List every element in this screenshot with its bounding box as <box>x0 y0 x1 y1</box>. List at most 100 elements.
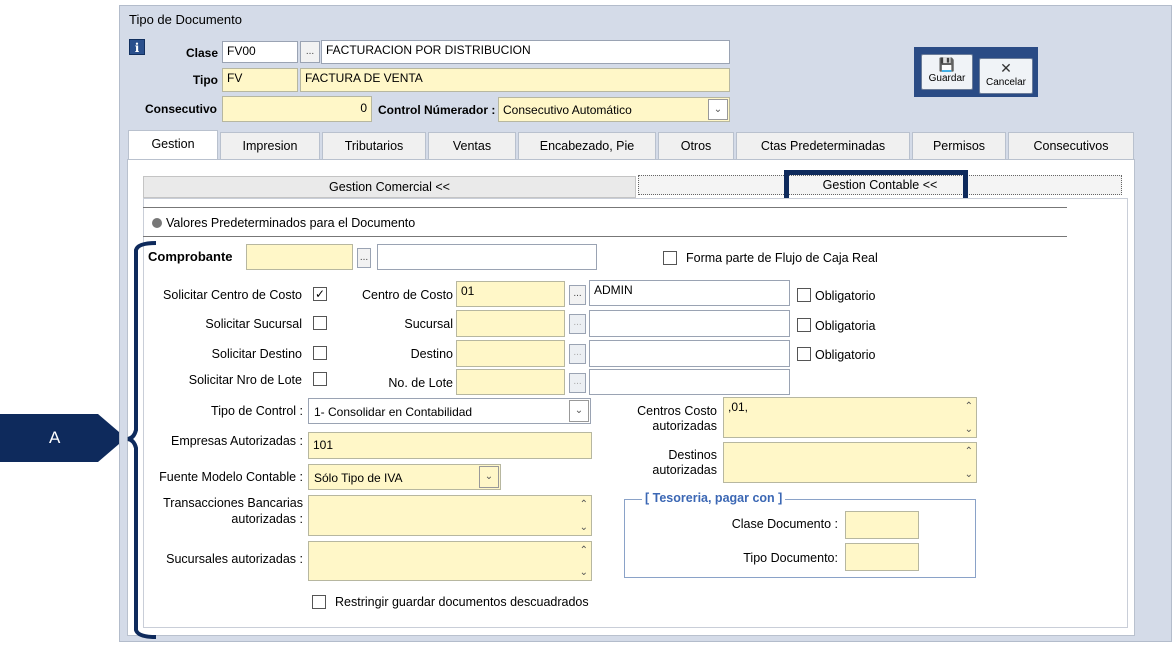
lote-description-field[interactable] <box>589 369 790 395</box>
solicitar-destino-label: Solicitar Destino <box>211 347 302 361</box>
sucursal-code-field[interactable] <box>456 310 565 337</box>
restringir-label: Restringir guardar documentos descuadrad… <box>335 595 589 609</box>
centros-costo-label-line2: autorizadas <box>652 419 717 433</box>
centro-costo-lookup-button[interactable]: ... <box>569 285 586 305</box>
destinos-textarea[interactable]: ⌃ ⌄ <box>723 442 977 483</box>
tipo-description-field[interactable]: FACTURA DE VENTA <box>300 68 730 92</box>
fuente-modelo-label: Fuente Modelo Contable : <box>159 470 303 484</box>
tab-ventas[interactable]: Ventas <box>428 132 516 160</box>
scroll-down-icon[interactable]: ⌄ <box>965 469 973 480</box>
clase-label: Clase <box>185 46 218 60</box>
comprobante-lookup-button[interactable]: ... <box>357 248 371 268</box>
tab-gestion[interactable]: Gestion <box>128 130 218 160</box>
tipo-code-field[interactable]: FV <box>222 68 298 92</box>
centros-costo-label-line1: Centros Costo <box>637 404 717 418</box>
clase-code-field[interactable]: FV00 <box>222 41 298 63</box>
guardar-label: Guardar <box>928 73 966 84</box>
tab-ctas-predeterminadas[interactable]: Ctas Predeterminadas <box>736 132 910 160</box>
solicitar-centro-costo-checkbox[interactable]: ✓ <box>313 287 327 301</box>
comprobante-description-field[interactable] <box>377 244 597 270</box>
clase-lookup-button[interactable]: ... <box>300 41 320 63</box>
cancelar-button[interactable]: ✕ Cancelar <box>979 58 1033 94</box>
bullet-icon <box>152 218 162 228</box>
tipo-control-label: Tipo de Control : <box>211 404 303 418</box>
chevron-down-icon[interactable]: ⌄ <box>708 99 728 120</box>
flujo-caja-checkbox[interactable] <box>663 251 677 265</box>
scroll-down-icon[interactable]: ⌄ <box>580 567 588 578</box>
tab-consecutivos[interactable]: Consecutivos <box>1008 132 1134 160</box>
solicitar-lote-label: Solicitar Nro de Lote <box>188 373 302 387</box>
tesoreria-title: [ Tesoreria, pagar con ] <box>642 491 786 505</box>
sucursal-lookup-button[interactable]: ... <box>569 314 586 334</box>
centros-costo-textarea[interactable]: ,01, ⌃ ⌄ <box>723 397 977 438</box>
destino-label: Destino <box>410 347 453 361</box>
scroll-down-icon[interactable]: ⌄ <box>580 522 588 533</box>
tab-otros[interactable]: Otros <box>658 132 734 160</box>
cancelar-label: Cancelar <box>985 77 1027 88</box>
tab-impresion[interactable]: Impresion <box>220 132 320 160</box>
chevron-down-icon[interactable]: ⌄ <box>569 400 589 422</box>
info-icon[interactable]: i <box>129 39 145 55</box>
chevron-down-icon[interactable]: ⌄ <box>479 466 499 488</box>
scroll-up-icon[interactable]: ⌃ <box>965 401 973 412</box>
solicitar-centro-costo-label: Solicitar Centro de Costo <box>163 288 302 302</box>
tipo-documento-field[interactable] <box>845 543 919 571</box>
centro-costo-description-field[interactable]: ADMIN <box>589 280 790 306</box>
fuente-modelo-select[interactable]: Sólo Tipo de IVA ⌄ <box>308 464 501 490</box>
subtab-gestion-comercial[interactable]: Gestion Comercial << <box>143 176 636 198</box>
tab-permisos[interactable]: Permisos <box>912 132 1006 160</box>
sucursal-obligatoria-checkbox[interactable] <box>797 318 811 332</box>
tipo-label: Tipo <box>192 73 218 87</box>
annotation-label: A <box>49 428 61 447</box>
tipo-control-value: 1- Consolidar en Contabilidad <box>314 405 473 419</box>
transacciones-label-line1: Transacciones Bancarias <box>163 496 303 510</box>
separator-line-2 <box>143 236 1067 237</box>
centros-costo-value: ,01, <box>728 400 749 414</box>
subtab-gestion-comercial-label: Gestion Comercial << <box>329 180 450 194</box>
destino-description-field[interactable] <box>589 340 790 367</box>
scroll-up-icon[interactable]: ⌃ <box>580 545 588 556</box>
scroll-down-icon[interactable]: ⌄ <box>965 424 973 435</box>
sucursal-label: Sucursal <box>404 317 453 331</box>
lote-code-field[interactable] <box>456 369 565 395</box>
control-numerador-value: Consecutivo Automático <box>503 103 632 117</box>
lote-lookup-button[interactable]: ... <box>569 373 586 393</box>
solicitar-sucursal-label: Solicitar Sucursal <box>205 317 302 331</box>
consecutivo-value: 0 <box>360 101 367 115</box>
comprobante-code-field[interactable] <box>246 244 353 270</box>
empresas-autorizadas-label: Empresas Autorizadas : <box>170 434 303 448</box>
control-numerador-select[interactable]: Consecutivo Automático ⌄ <box>498 97 730 122</box>
sucursal-description-field[interactable] <box>589 310 790 337</box>
destino-obligatorio-label: Obligatorio <box>815 348 876 362</box>
clase-documento-field[interactable] <box>845 511 919 539</box>
scroll-up-icon[interactable]: ⌃ <box>965 446 973 457</box>
control-numerador-label: Control Númerador : <box>378 103 496 117</box>
comprobante-label: Comprobante <box>148 249 233 264</box>
tab-tributarios[interactable]: Tributarios <box>322 132 426 160</box>
tipo-documento-label: Tipo Documento: <box>743 551 838 565</box>
close-icon: ✕ <box>1000 60 1012 76</box>
empresas-autorizadas-field[interactable]: 101 <box>308 432 592 459</box>
solicitar-lote-checkbox[interactable] <box>313 372 327 386</box>
centro-obligatorio-label: Obligatorio <box>815 289 876 303</box>
tipo-control-select[interactable]: 1- Consolidar en Contabilidad ⌄ <box>308 398 591 424</box>
window-title: Tipo de Documento <box>129 12 242 27</box>
restringir-checkbox[interactable] <box>312 595 326 609</box>
centro-obligatorio-checkbox[interactable] <box>797 288 811 302</box>
centro-costo-code-field[interactable]: 01 <box>456 281 565 307</box>
tab-encabezado-pie[interactable]: Encabezado, Pie <box>518 132 656 160</box>
destino-obligatorio-checkbox[interactable] <box>797 347 811 361</box>
destinos-label-line2: autorizadas <box>652 463 717 477</box>
transacciones-textarea[interactable]: ⌃ ⌄ <box>308 495 592 536</box>
solicitar-sucursal-checkbox[interactable] <box>313 316 327 330</box>
separator-line <box>143 207 1067 208</box>
consecutivo-field[interactable]: 0 <box>222 96 372 122</box>
scroll-up-icon[interactable]: ⌃ <box>580 499 588 510</box>
solicitar-destino-checkbox[interactable] <box>313 346 327 360</box>
sucursales-autorizadas-label: Sucursales autorizadas : <box>166 552 303 566</box>
destino-lookup-button[interactable]: ... <box>569 344 586 364</box>
destino-code-field[interactable] <box>456 340 565 367</box>
clase-description-field[interactable]: FACTURACION POR DISTRIBUCION <box>321 40 730 64</box>
sucursales-textarea[interactable]: ⌃ ⌄ <box>308 541 592 581</box>
guardar-button[interactable]: 💾 Guardar <box>921 54 973 90</box>
